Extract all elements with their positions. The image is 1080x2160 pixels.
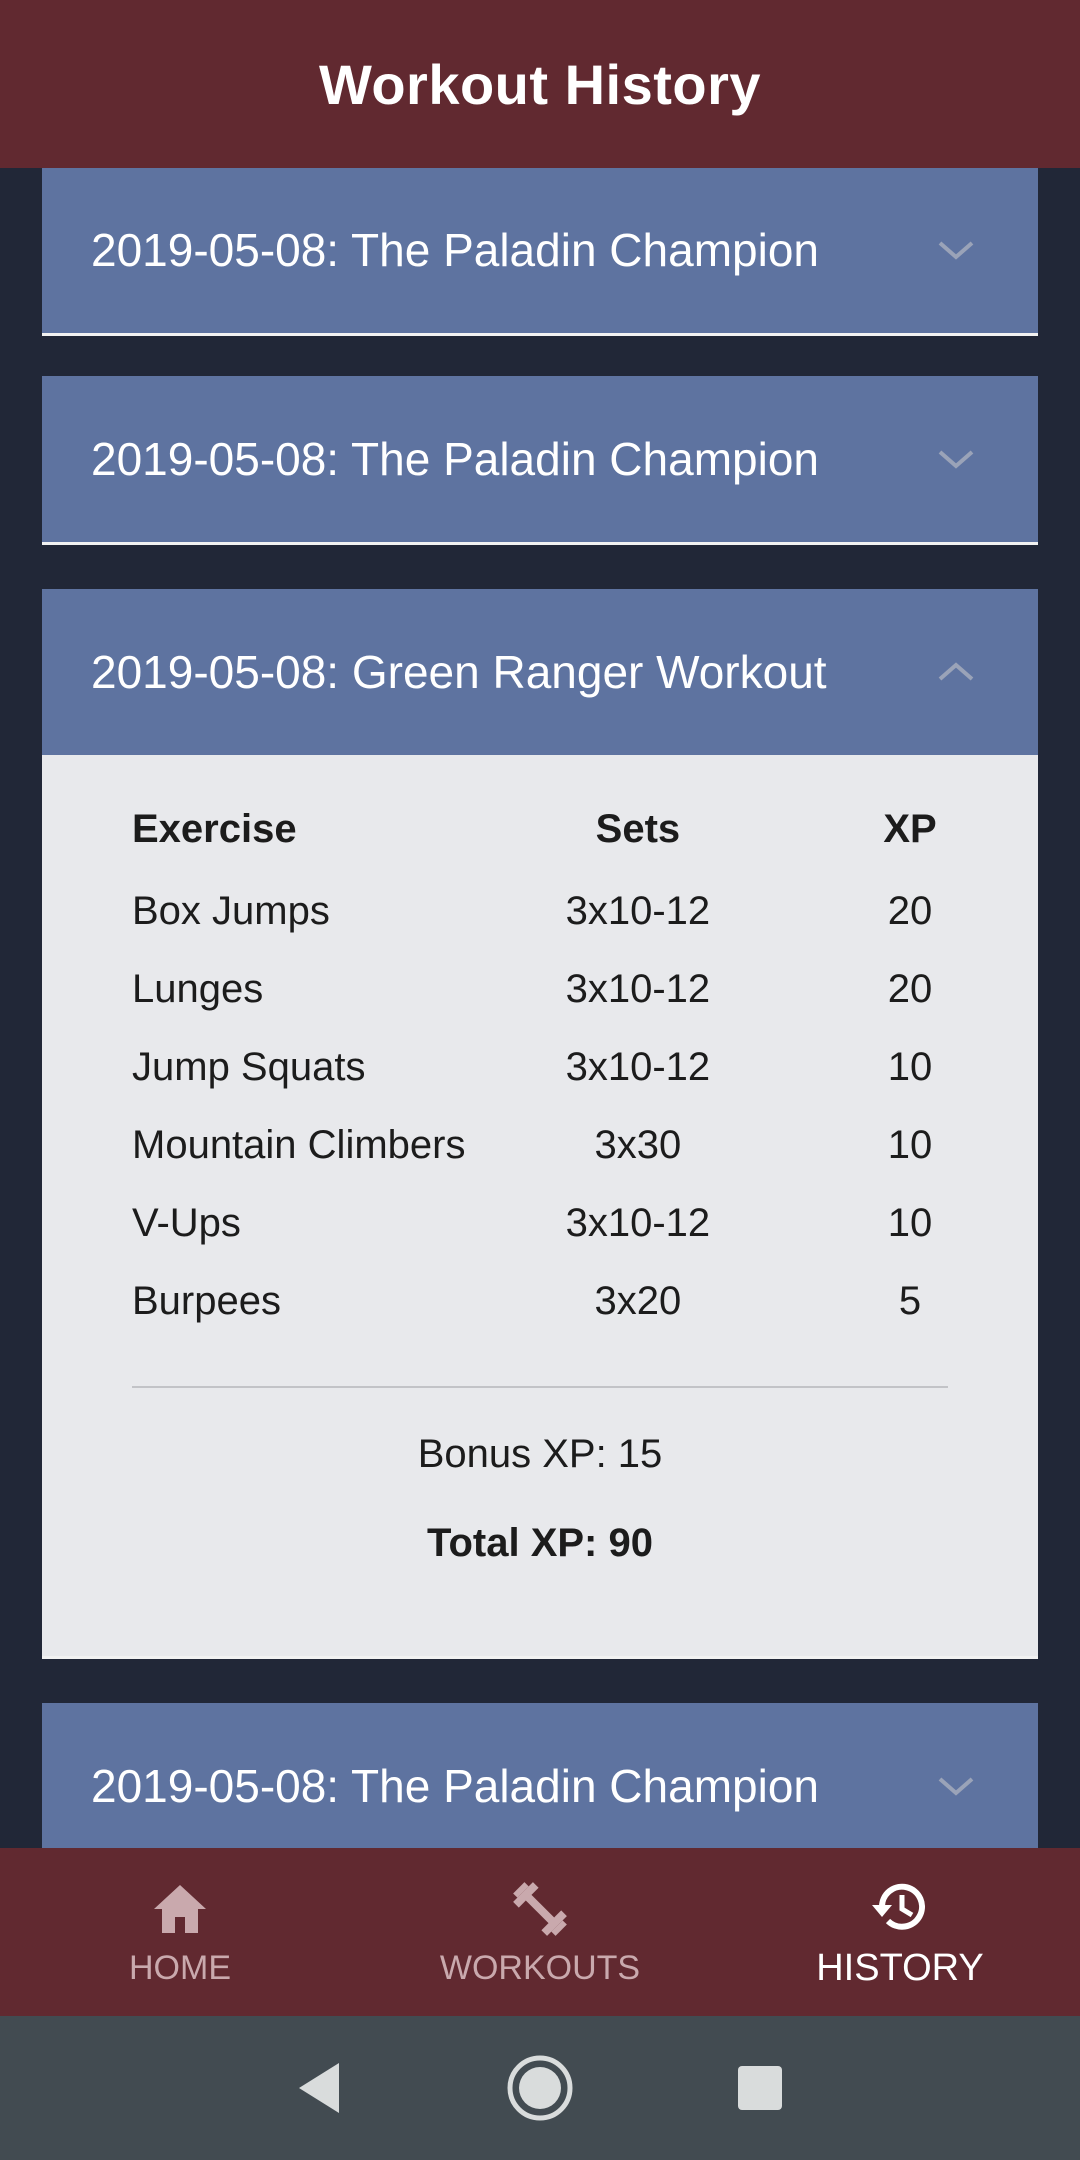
table-row: Burpees 3x20 5 [132,1262,948,1340]
sets-cell: 3x10-12 [565,888,711,933]
sets-cell: 3x10-12 [565,966,711,1011]
sets-cell: 3x20 [594,1278,682,1323]
recents-button[interactable] [725,2053,795,2123]
xp-cell: 10 [887,1044,933,1089]
table-row: Mountain Climbers 3x30 10 [132,1106,948,1184]
nav-label: WORKOUTS [439,1948,641,1987]
xp-cell: 20 [887,966,933,1011]
column-header-sets: Sets [595,807,681,851]
nav-item-history[interactable]: HISTORY [720,1848,1080,2016]
app-bar: Workout History [0,0,1080,168]
sets-cell: 3x10-12 [565,1200,711,1245]
divider [132,1386,948,1388]
panel-header[interactable]: 2019-05-08: The Paladin Champion [42,168,1038,333]
panel-header[interactable]: 2019-05-08: Green Ranger Workout [42,589,1038,755]
history-panel[interactable]: 2019-05-08: The Paladin Champion [42,376,1038,545]
table-row: Jump Squats 3x10-12 10 [132,1028,948,1106]
history-panel[interactable]: 2019-05-08: The Paladin Champion [42,1703,1038,1848]
chevron-down-icon[interactable] [934,1771,978,1801]
exercise-cell: Lunges [132,966,264,1011]
column-header-exercise: Exercise [132,807,297,851]
total-xp: Total XP: 90 [427,1521,653,1565]
table-row: Box Jumps 3x10-12 20 [132,872,948,950]
chevron-up-icon[interactable] [934,657,978,687]
exercise-cell: Jump Squats [132,1044,366,1089]
back-triangle-icon [299,2063,339,2113]
history-list[interactable]: 2019-05-08: The Paladin Champion 2019-05… [0,168,1080,1848]
history-panel-expanded[interactable]: 2019-05-08: Green Ranger Workout Exercis… [42,589,1038,1659]
back-button[interactable] [285,2053,355,2123]
panel-title: 2019-05-08: The Paladin Champion [91,1760,819,1812]
panel-title: 2019-05-08: The Paladin Champion [91,433,819,485]
bonus-xp: Bonus XP: 15 [417,1432,663,1476]
nav-item-home[interactable]: HOME [0,1848,360,2016]
table-row: Lunges 3x10-12 20 [132,950,948,1028]
nav-label: HOME [129,1948,231,1987]
history-panel[interactable]: 2019-05-08: The Paladin Champion [42,168,1038,336]
column-header-xp: XP [883,807,937,851]
exercise-cell: Mountain Climbers [132,1122,466,1167]
exercise-cell: V-Ups [132,1200,241,1245]
recents-square-icon [738,2066,782,2110]
exercise-cell: Burpees [132,1278,281,1323]
dumbbell-icon [513,1881,567,1936]
exercise-cell: Box Jumps [132,888,330,933]
panel-body: Exercise Sets XP Box Jumps 3x10-12 20 Lu… [42,755,1038,1656]
xp-cell: 20 [887,888,933,933]
panel-header[interactable]: 2019-05-08: The Paladin Champion [42,1703,1038,1848]
panel-header[interactable]: 2019-05-08: The Paladin Champion [42,376,1038,542]
xp-cell: 5 [898,1278,922,1323]
system-navigation-bar [0,2016,1080,2160]
table-row: V-Ups 3x10-12 10 [132,1184,948,1262]
panel-title: 2019-05-08: Green Ranger Workout [91,646,827,698]
chevron-down-icon[interactable] [934,444,978,474]
sets-cell: 3x10-12 [565,1044,711,1089]
history-icon [872,1883,925,1930]
home-circle-icon [507,2055,573,2121]
xp-cell: 10 [887,1200,933,1245]
xp-cell: 10 [887,1122,933,1167]
home-system-button[interactable] [505,2053,575,2123]
home-icon [154,1884,206,1933]
table-header-row: Exercise Sets XP [132,807,948,872]
nav-label: HISTORY [816,1946,984,1989]
panel-title: 2019-05-08: The Paladin Champion [91,224,819,276]
page-title: Workout History [318,52,762,116]
chevron-down-icon[interactable] [934,235,978,265]
bottom-navigation: HOME WORKOUTS HISTORY [0,1848,1080,2016]
nav-item-workouts[interactable]: WORKOUTS [360,1848,720,2016]
exercise-table: Exercise Sets XP Box Jumps 3x10-12 20 Lu… [132,807,948,1340]
sets-cell: 3x30 [594,1122,682,1167]
